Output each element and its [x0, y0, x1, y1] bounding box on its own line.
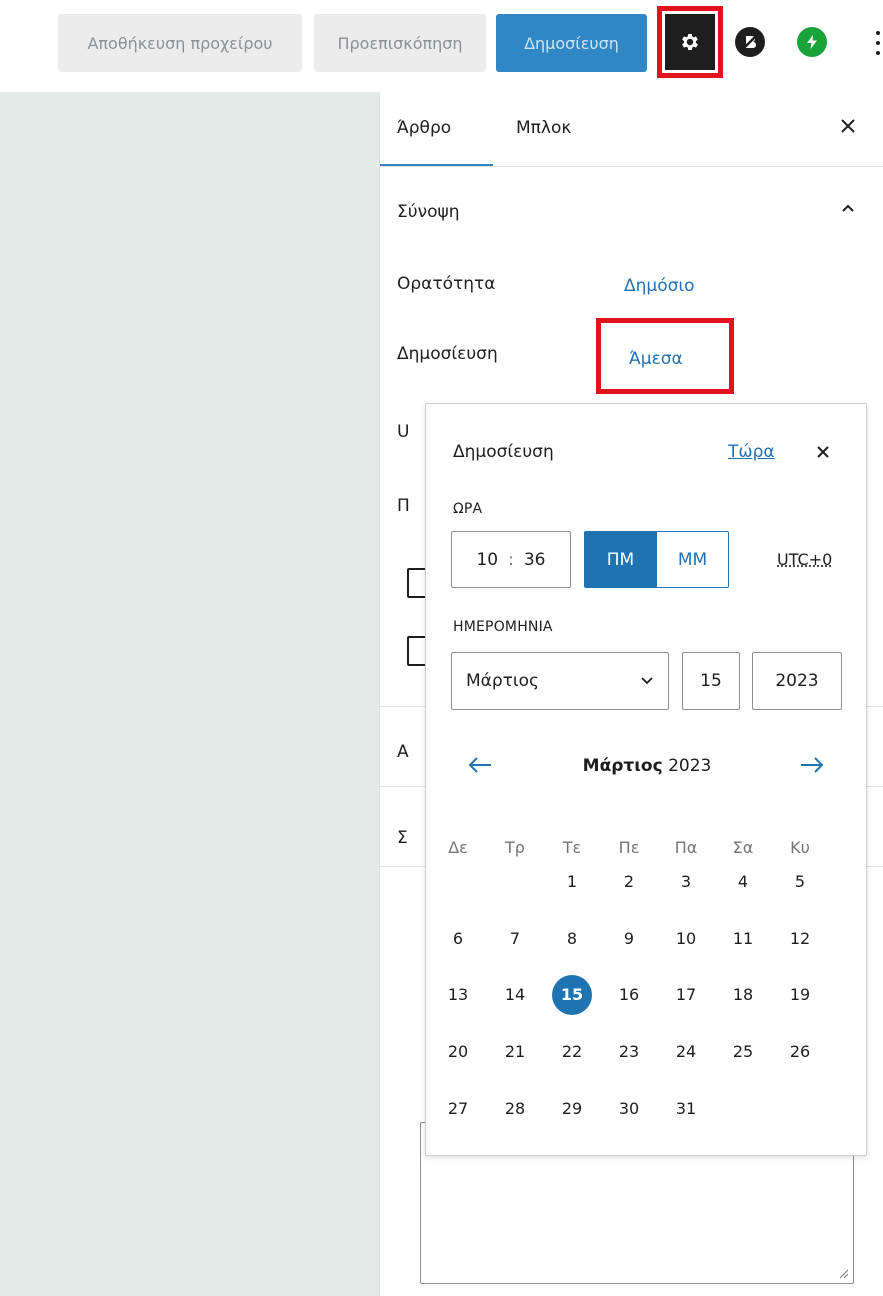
calendar-day[interactable]: 30	[609, 1089, 649, 1129]
time-input: 10 : 36	[451, 531, 571, 588]
calendar-day[interactable]: 8	[552, 919, 592, 959]
calendar-day[interactable]: 2	[609, 862, 649, 902]
publish-date-toggle[interactable]: Άμεσα	[629, 349, 683, 369]
calendar-day[interactable]: 14	[495, 975, 535, 1015]
dot	[876, 51, 880, 55]
popover-title: Δημοσίευση	[453, 442, 554, 462]
close-icon[interactable]	[836, 114, 860, 138]
lightning-glyph-icon	[803, 33, 821, 51]
calendar-day[interactable]: 11	[723, 919, 763, 959]
calendar-month-name: Μάρτιος	[583, 756, 663, 776]
weekday-header: Κυ	[780, 838, 820, 857]
calendar-day[interactable]: 4	[723, 862, 763, 902]
panel-title[interactable]: Σ	[397, 828, 408, 848]
bolt-icon[interactable]	[797, 27, 827, 57]
tab-post[interactable]: Άρθρο	[397, 118, 451, 138]
weekday-header: Τρ	[495, 838, 535, 857]
save-draft-button[interactable]: Αποθήκευση προχείρου	[58, 14, 302, 72]
dot	[876, 31, 880, 35]
close-icon[interactable]	[812, 441, 834, 463]
weekday-header: Τε	[552, 838, 592, 857]
weekday-header: Σα	[723, 838, 763, 857]
calendar-day[interactable]: 26	[780, 1032, 820, 1072]
resize-handle-icon[interactable]	[837, 1267, 849, 1279]
calendar-day[interactable]: 20	[438, 1032, 478, 1072]
calendar-day[interactable]: 31	[666, 1089, 706, 1129]
weekday-header: Δε	[438, 838, 478, 857]
timezone-label[interactable]: UTC+0	[777, 550, 832, 569]
time-label: ΩΡΑ	[453, 501, 482, 517]
date-label: ΗΜΕΡΟΜΗΝΙΑ	[453, 619, 553, 635]
calendar-day[interactable]: 23	[609, 1032, 649, 1072]
more-vertical-icon[interactable]	[872, 28, 883, 58]
tab-block[interactable]: Μπλοκ	[516, 118, 571, 138]
calendar-day[interactable]: 10	[666, 919, 706, 959]
chevron-up-icon[interactable]	[838, 198, 858, 218]
weekday-header: Πα	[666, 838, 706, 857]
calendar-day[interactable]: 18	[723, 975, 763, 1015]
calendar-day[interactable]: 3	[666, 862, 706, 902]
calendar-day[interactable]: 25	[723, 1032, 763, 1072]
arrow-right-icon[interactable]	[798, 754, 826, 776]
calendar-day[interactable]: 29	[552, 1089, 592, 1129]
editor-toolbar: Αποθήκευση προχείρου Προεπισκόπηση Δημοσ…	[0, 0, 883, 92]
chevron-down-icon	[640, 676, 654, 686]
gear-icon	[679, 31, 701, 53]
preview-button[interactable]: Προεπισκόπηση	[314, 14, 486, 72]
panel-title[interactable]: Α	[397, 742, 409, 762]
hours-input[interactable]: 10	[476, 550, 498, 570]
checkbox[interactable]	[407, 568, 427, 598]
day-input[interactable]: 15	[682, 652, 740, 710]
year-input[interactable]: 2023	[752, 652, 842, 710]
calendar-day[interactable]: 6	[438, 919, 478, 959]
calendar-day[interactable]: 28	[495, 1089, 535, 1129]
calendar-day[interactable]: 9	[609, 919, 649, 959]
tabs-divider	[380, 166, 883, 167]
am-pm-toggle-pm[interactable]: ΠΜ	[584, 531, 657, 588]
visibility-toggle[interactable]: Δημόσιο	[624, 276, 695, 296]
calendar-day[interactable]: 1	[552, 862, 592, 902]
calendar-year: 2023	[668, 756, 711, 776]
checkbox[interactable]	[407, 636, 427, 666]
weekday-header: Πε	[609, 838, 649, 857]
calendar-day[interactable]: 22	[552, 1032, 592, 1072]
summary-panel-title[interactable]: Σύνοψη	[397, 202, 459, 222]
month-select-value: Μάρτιος	[466, 671, 539, 691]
calendar-day[interactable]: 16	[609, 975, 649, 1015]
calendar-day[interactable]: 13	[438, 975, 478, 1015]
calendar-day[interactable]: 7	[495, 919, 535, 959]
calendar-day[interactable]: 21	[495, 1032, 535, 1072]
publish-date-label: Δημοσίευση	[397, 344, 498, 364]
calendar-day[interactable]: 19	[780, 975, 820, 1015]
publish-date-popover: Δημοσίευση Τώρα ΩΡΑ 10 : 36 ΠΜ ΜΜ UTC+0 …	[425, 403, 867, 1156]
month-select[interactable]: Μάρτιος	[451, 652, 669, 710]
calendar-day[interactable]: 24	[666, 1032, 706, 1072]
calendar-day[interactable]: 27	[438, 1089, 478, 1129]
highlight-box: Άμεσα	[596, 318, 734, 394]
url-label: U	[397, 422, 409, 442]
dot	[876, 41, 880, 45]
calendar-day[interactable]: 12	[780, 919, 820, 959]
am-pm-toggle-am[interactable]: ΜΜ	[656, 531, 729, 588]
visibility-label: Ορατότητα	[397, 274, 495, 294]
b-glyph-icon	[741, 33, 759, 51]
now-link[interactable]: Τώρα	[728, 442, 775, 462]
b-circle-icon[interactable]	[735, 27, 765, 57]
publish-button[interactable]: Δημοσίευση	[496, 14, 647, 72]
calendar-day[interactable]: 17	[666, 975, 706, 1015]
template-label: Π	[397, 496, 410, 516]
calendar-day[interactable]: 5	[780, 862, 820, 902]
editor-canvas[interactable]	[0, 92, 379, 1296]
calendar-day-selected[interactable]: 15	[552, 975, 592, 1015]
time-separator: :	[508, 550, 514, 570]
minutes-input[interactable]: 36	[524, 550, 546, 570]
settings-button[interactable]	[657, 6, 723, 78]
